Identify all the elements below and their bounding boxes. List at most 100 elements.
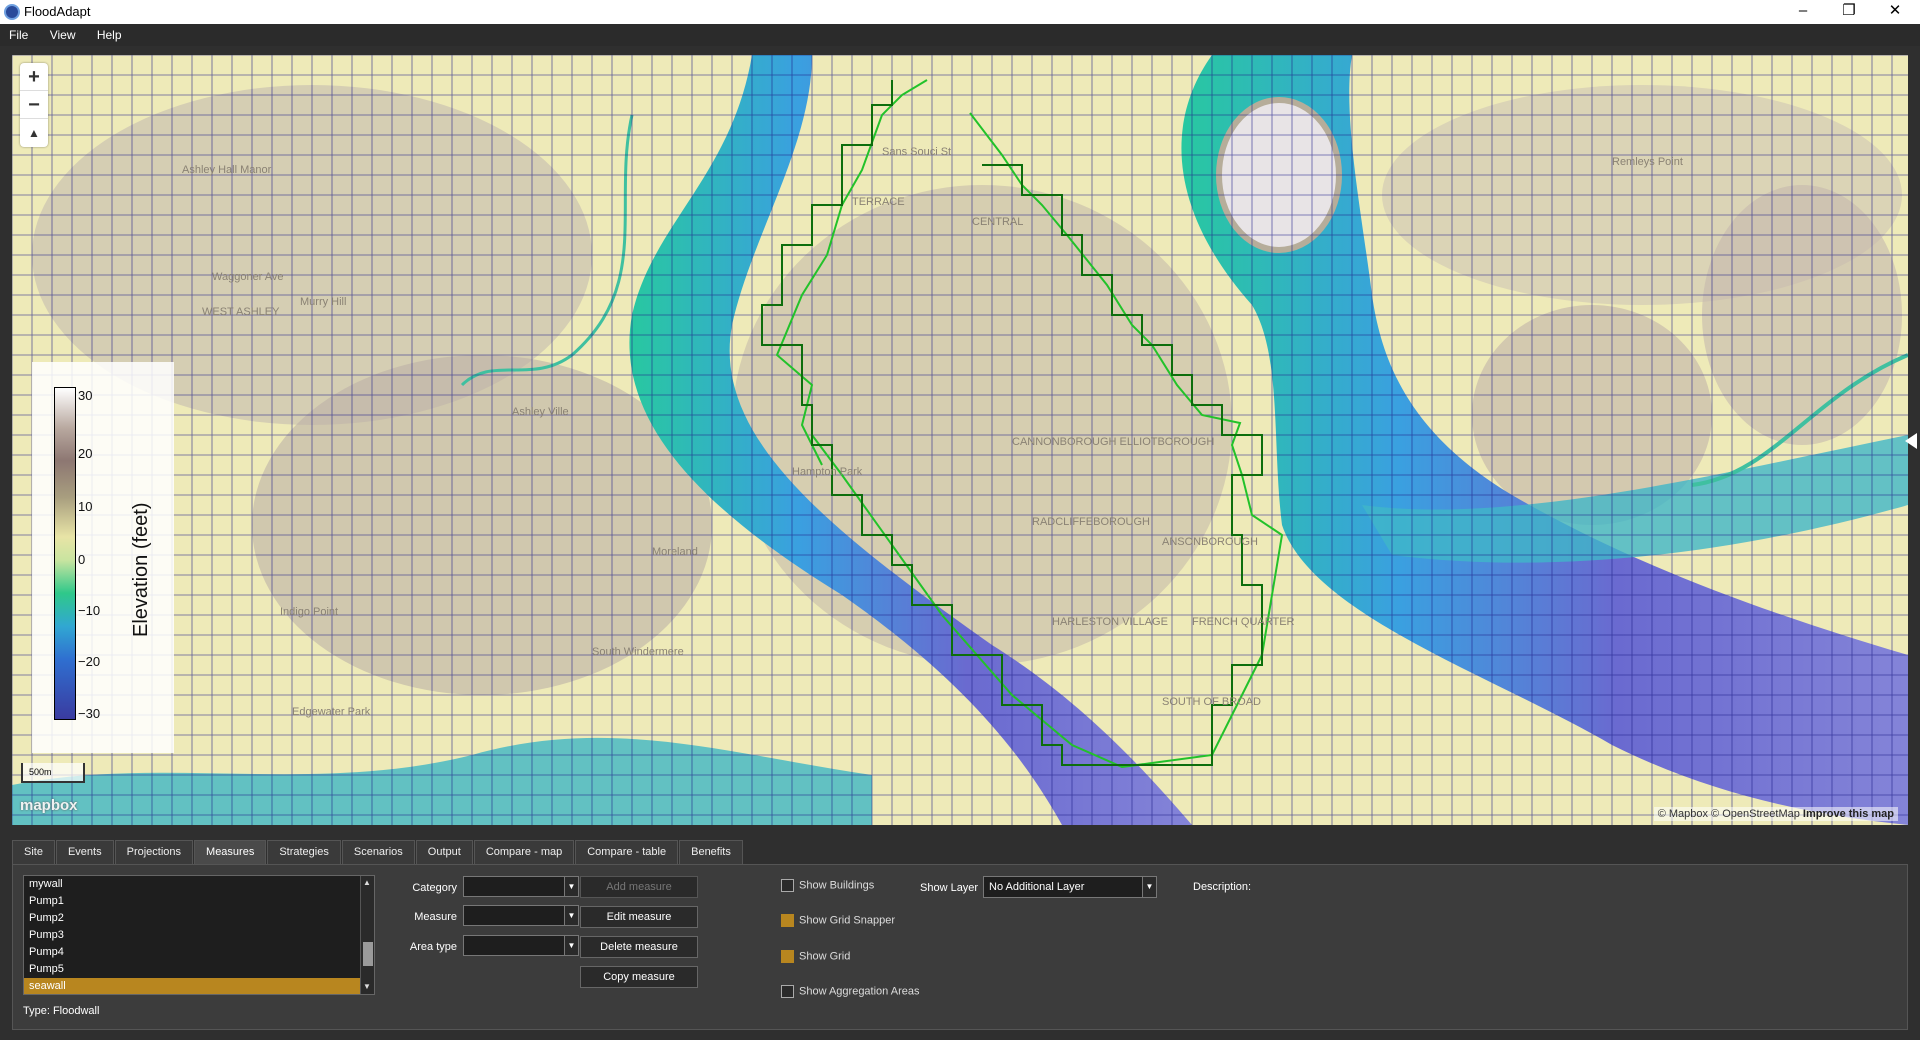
zoom-out-button[interactable]: − (20, 91, 48, 119)
place-label: ANSONBOROUGH (1162, 536, 1258, 548)
place-label: CANNONBOROUGH ELLIOTBOROUGH (1012, 436, 1214, 448)
place-label: Moreland (652, 546, 698, 558)
show-layer-value: No Additional Layer (989, 881, 1085, 893)
zoom-in-button[interactable]: + (20, 63, 48, 91)
show-aggregation-areas-checkbox[interactable]: Show Aggregation Areas (781, 985, 919, 998)
checkbox-box[interactable] (781, 985, 794, 998)
measure-combo[interactable]: ▼ (463, 905, 579, 926)
restore-button[interactable]: ❐ (1826, 0, 1872, 24)
mapbox-logo[interactable]: mapbox (20, 797, 78, 814)
close-button[interactable]: ✕ (1872, 0, 1918, 24)
checkbox-label: Show Grid Snapper (799, 914, 895, 927)
measures-list[interactable]: mywall Pump1 Pump2 Pump3 Pump4 Pump5 sea… (23, 875, 375, 995)
show-layer-combo[interactable]: No Additional Layer ▼ (983, 876, 1157, 898)
checkbox-box[interactable] (781, 950, 794, 963)
place-label: Hampton Park (792, 466, 863, 478)
map-attribution: © Mapbox © OpenStreetMap Improve this ma… (1653, 807, 1898, 821)
category-label: Category (412, 882, 457, 894)
menu-view[interactable]: View (41, 24, 85, 46)
menu-help[interactable]: Help (88, 24, 131, 46)
place-label: Murry Hill (300, 296, 346, 308)
tab-projections[interactable]: Projections (114, 840, 194, 864)
list-item[interactable]: Pump4 (24, 944, 374, 961)
place-label: CENTRAL (972, 216, 1023, 228)
place-label: Ashley Hall Manor (182, 164, 272, 176)
chevron-down-icon[interactable]: ▼ (1142, 877, 1156, 897)
tab-events[interactable]: Events (55, 840, 114, 864)
place-label: Remleys Point (1612, 156, 1683, 168)
scale-bar: 500m (21, 763, 85, 783)
show-grid-checkbox[interactable]: Show Grid (781, 950, 850, 963)
tab-benefits[interactable]: Benefits (679, 840, 743, 864)
colorbar-tick: −30 (78, 706, 101, 721)
list-item-selected[interactable]: seawall (24, 978, 374, 994)
menu-file[interactable]: File (0, 24, 37, 46)
measures-panel: mywall Pump1 Pump2 Pump3 Pump4 Pump5 sea… (12, 864, 1908, 1030)
show-buildings-checkbox[interactable]: Show Buildings (781, 879, 874, 892)
list-item[interactable]: Pump1 (24, 893, 374, 910)
list-item[interactable]: Pump5 (24, 961, 374, 978)
edit-measure-button[interactable]: Edit measure (580, 906, 698, 928)
tab-measures[interactable]: Measures (194, 840, 267, 864)
scroll-thumb[interactable] (363, 942, 373, 966)
chevron-down-icon[interactable]: ▼ (564, 936, 578, 955)
add-measure-button[interactable]: Add measure (580, 876, 698, 898)
place-label: RADCLIFFEBOROUGH (1032, 516, 1150, 528)
terrain-peninsula (732, 185, 1232, 665)
colorbar-label: Elevation (feet) (130, 502, 152, 637)
checkbox-box[interactable] (781, 914, 794, 927)
place-label: HARLESTON VILLAGE (1052, 616, 1168, 628)
checkbox-box[interactable] (781, 879, 794, 892)
colorbar-tick: 10 (78, 499, 93, 514)
title-bar: FloodAdapt – ❐ ✕ (0, 0, 1920, 24)
list-item[interactable]: mywall (24, 876, 374, 893)
chevron-down-icon[interactable]: ▼ (564, 877, 578, 896)
tab-strategies[interactable]: Strategies (267, 840, 341, 864)
colorbar-tick: 20 (78, 446, 93, 461)
area-type-label: Area type (409, 941, 457, 953)
place-label: South Windermere (592, 646, 684, 658)
tab-output[interactable]: Output (415, 840, 473, 864)
app-icon (4, 4, 20, 20)
checkbox-label: Show Grid (799, 950, 851, 963)
area-type-combo[interactable]: ▼ (463, 935, 579, 956)
show-grid-snapper-checkbox[interactable]: Show Grid Snapper (781, 914, 895, 927)
place-label: Edgewater Park (292, 706, 371, 718)
place-label: FRENCH QUARTER (1192, 616, 1295, 628)
list-item[interactable]: Pump2 (24, 910, 374, 927)
measure-label: Measure (414, 911, 457, 923)
colorbar-tick: 0 (78, 552, 86, 567)
place-label: TERRACE (852, 196, 905, 208)
delete-measure-button[interactable]: Delete measure (580, 936, 698, 958)
description-label: Description: (1193, 881, 1252, 893)
map-view[interactable]: Ashley Hall Manor Murry Hill WEST ASHLEY… (12, 55, 1908, 825)
category-combo[interactable]: ▼ (463, 876, 579, 897)
expand-panel-arrow-icon[interactable] (1905, 433, 1917, 449)
list-scrollbar[interactable]: ▲ ▼ (360, 876, 374, 994)
compass-icon[interactable]: ▲ (20, 119, 48, 147)
tab-site[interactable]: Site (12, 840, 55, 864)
checkbox-label: Show Buildings (799, 879, 875, 892)
colorbar-tick: 30 (78, 388, 93, 403)
chevron-down-icon[interactable]: ▼ (564, 906, 578, 925)
menu-bar: File View Help (0, 24, 1920, 46)
map-canvas[interactable]: Ashley Hall Manor Murry Hill WEST ASHLEY… (12, 55, 1908, 825)
improve-map-link[interactable]: Improve this map (1803, 808, 1894, 820)
window-title: FloodAdapt (24, 4, 91, 19)
place-label: SOUTH OF BROAD (1162, 696, 1261, 708)
tab-compare-map[interactable]: Compare - map (473, 840, 575, 864)
place-label: Sans Souci St (882, 146, 951, 158)
scroll-down-icon[interactable]: ▼ (363, 982, 371, 991)
copy-measure-button[interactable]: Copy measure (580, 966, 698, 988)
scroll-up-icon[interactable]: ▲ (363, 878, 371, 887)
attribution-text[interactable]: © Mapbox © OpenStreetMap (1658, 808, 1800, 820)
colorbar (54, 387, 76, 720)
tab-scenarios[interactable]: Scenarios (341, 840, 415, 864)
elevation-legend: 30 20 10 0 −10 −20 −30 Elevation (feet) (32, 362, 174, 753)
show-layer-label: Show Layer (920, 882, 979, 894)
measure-type: Type: Floodwall (23, 1005, 100, 1017)
tab-compare-table[interactable]: Compare - table (575, 840, 679, 864)
place-label: Indigo Point (280, 606, 338, 618)
list-item[interactable]: Pump3 (24, 927, 374, 944)
minimize-button[interactable]: – (1780, 0, 1826, 24)
